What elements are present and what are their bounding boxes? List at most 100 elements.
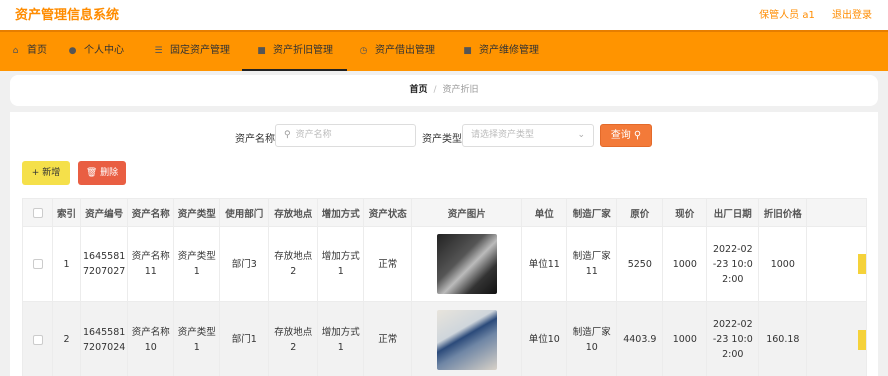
asset-name-input[interactable]: ⚲ 资产名称 bbox=[275, 124, 416, 147]
col-header: 资产类型 bbox=[173, 198, 221, 227]
cell-location: 存放地点 2 bbox=[268, 226, 319, 302]
cell-asset-type: 资产类型 1 bbox=[173, 301, 221, 376]
select-all-checkbox[interactable] bbox=[22, 198, 53, 227]
breadcrumb: 首页 / 资产折旧 bbox=[10, 75, 878, 106]
nav-label: 个人中心 bbox=[84, 45, 124, 56]
asset-image[interactable] bbox=[436, 234, 497, 294]
cell-asset-no: 1645581 7207027 bbox=[79, 226, 129, 302]
user-area: 保管人员 a1 退出登录 bbox=[745, 6, 872, 21]
table-header: 索引 资产编号 资产名称 资产类型 使用部门 存放地点 增加方式 资产状态 资产… bbox=[22, 198, 868, 227]
asset-type-label: 资产类型 bbox=[422, 134, 462, 145]
col-header: 出厂日期 bbox=[706, 198, 760, 227]
cell-orig-price: 5250 bbox=[616, 226, 664, 302]
chevron-down-icon: ⌄ bbox=[577, 130, 585, 140]
add-label: 新增 bbox=[42, 168, 61, 178]
search-icon: ⚲ bbox=[633, 130, 642, 141]
cell-image bbox=[411, 226, 523, 302]
col-header: 索引 bbox=[52, 198, 81, 227]
user-label[interactable]: 保管人员 a1 bbox=[759, 10, 815, 21]
row-checkbox[interactable] bbox=[22, 301, 53, 376]
nav-item-lending[interactable]: ◷ 资产借出管理 bbox=[358, 32, 435, 71]
cell-maker: 制造厂家 11 bbox=[566, 226, 618, 302]
cell-asset-type: 资产类型 1 bbox=[173, 226, 221, 302]
main-content: 资产名称 ⚲ 资产名称 资产类型 请选择资产类型 ⌄ 查询 ⚲ + 新增 🗑 删除… bbox=[10, 112, 878, 376]
folder-icon: ■ bbox=[463, 46, 472, 56]
query-label: 查询 bbox=[610, 130, 631, 141]
nav-label: 固定资产管理 bbox=[170, 45, 230, 56]
cell-location: 存放地点 2 bbox=[268, 301, 319, 376]
search-icon: ⚲ bbox=[284, 130, 291, 140]
col-header: 使用部门 bbox=[219, 198, 270, 227]
col-header: 原价 bbox=[616, 198, 664, 227]
table-row[interactable]: 2 1645581 7207024 资产名称 10 资产类型 1 部门1 存放地点 2 … bbox=[22, 301, 868, 376]
nav-label: 资产借出管理 bbox=[375, 45, 435, 56]
breadcrumb-separator: / bbox=[433, 85, 437, 95]
nav-label: 资产折旧管理 bbox=[273, 45, 333, 56]
nav-item-home[interactable]: ⌂ 首页 bbox=[10, 32, 47, 71]
plus-icon: + bbox=[31, 168, 40, 178]
cell-index: 2 bbox=[52, 301, 81, 376]
list-icon: ☰ bbox=[154, 46, 163, 56]
clock-icon: ◷ bbox=[359, 46, 368, 56]
cell-asset-no: 1645581 7207024 bbox=[79, 301, 129, 376]
col-header: 增加方式 bbox=[317, 198, 365, 227]
row-action-button[interactable] bbox=[858, 329, 867, 350]
cell-asset-name: 资产名称 10 bbox=[127, 301, 175, 376]
asset-name-placeholder: 资产名称 bbox=[295, 130, 332, 140]
col-header: 资产名称 bbox=[127, 198, 175, 227]
top-bar: 资产管理信息系统 保管人员 a1 退出登录 bbox=[0, 0, 888, 30]
breadcrumb-current: 资产折旧 bbox=[442, 85, 479, 95]
asset-type-placeholder: 请选择资产类型 bbox=[471, 130, 535, 140]
cell-date: 2022-02 -23 10:0 2:00 bbox=[706, 301, 760, 376]
cell-dep-price: 1000 bbox=[758, 226, 808, 302]
cell-status: 正常 bbox=[363, 226, 413, 302]
row-checkbox[interactable] bbox=[22, 226, 53, 302]
cell-index: 1 bbox=[52, 226, 81, 302]
cell-dept: 部门1 bbox=[219, 301, 270, 376]
main-nav: ⌂ 首页 ● 个人中心 ☰ 固定资产管理 ■ 资产折旧管理 ◷ 资产借出管理 ■ 资产维修管… bbox=[0, 30, 888, 71]
user-icon: ● bbox=[68, 46, 77, 56]
col-header: 存放地点 bbox=[268, 198, 319, 227]
table-row[interactable]: 1 1645581 7207027 资产名称 11 资产类型 1 部门3 存放地点 2 … bbox=[22, 226, 868, 302]
cell-cur-price: 1000 bbox=[662, 301, 708, 376]
asset-name-label: 资产名称 bbox=[235, 134, 275, 145]
cell-orig-price: 4403.9 bbox=[616, 301, 664, 376]
cell-actions bbox=[806, 301, 868, 376]
delete-button[interactable]: 🗑 删除 bbox=[78, 161, 126, 185]
col-header: 制造厂家 bbox=[566, 198, 618, 227]
nav-label: 首页 bbox=[27, 45, 47, 56]
col-header-actions bbox=[806, 198, 868, 227]
cell-status: 正常 bbox=[363, 301, 413, 376]
cell-unit: 单位11 bbox=[521, 226, 568, 302]
asset-table: 索引 资产编号 资产名称 资产类型 使用部门 存放地点 增加方式 资产状态 资产… bbox=[22, 198, 868, 376]
add-button[interactable]: + 新增 bbox=[22, 161, 70, 185]
nav-label: 资产维修管理 bbox=[479, 45, 539, 56]
cell-dept: 部门3 bbox=[219, 226, 270, 302]
nav-item-depreciation[interactable]: ■ 资产折旧管理 bbox=[242, 32, 347, 71]
nav-item-repair[interactable]: ■ 资产维修管理 bbox=[462, 32, 539, 71]
cell-image bbox=[411, 301, 523, 376]
asset-image[interactable] bbox=[436, 309, 497, 370]
cell-method: 增加方式 1 bbox=[317, 301, 365, 376]
col-header: 现价 bbox=[662, 198, 708, 227]
cell-asset-name: 资产名称 11 bbox=[127, 226, 175, 302]
cell-unit: 单位10 bbox=[521, 301, 568, 376]
app-title: 资产管理信息系统 bbox=[15, 8, 120, 23]
nav-item-profile[interactable]: ● 个人中心 bbox=[67, 32, 124, 71]
query-button[interactable]: 查询 ⚲ bbox=[600, 124, 652, 147]
col-header: 折旧价格 bbox=[758, 198, 808, 227]
cell-date: 2022-02 -23 10:0 2:00 bbox=[706, 226, 760, 302]
asset-type-select[interactable]: 请选择资产类型 ⌄ bbox=[462, 124, 594, 147]
col-header: 资产状态 bbox=[363, 198, 413, 227]
logout-link[interactable]: 退出登录 bbox=[832, 10, 872, 21]
cell-method: 增加方式 1 bbox=[317, 226, 365, 302]
cell-actions bbox=[806, 226, 868, 302]
row-action-button[interactable] bbox=[858, 254, 867, 274]
delete-label: 删除 bbox=[100, 168, 119, 178]
folder-icon: ■ bbox=[257, 46, 266, 56]
col-header: 单位 bbox=[521, 198, 568, 227]
nav-item-fixed-assets[interactable]: ☰ 固定资产管理 bbox=[153, 32, 230, 71]
breadcrumb-home[interactable]: 首页 bbox=[409, 85, 427, 95]
col-header: 资产编号 bbox=[79, 198, 129, 227]
cell-dep-price: 160.18 bbox=[758, 301, 808, 376]
